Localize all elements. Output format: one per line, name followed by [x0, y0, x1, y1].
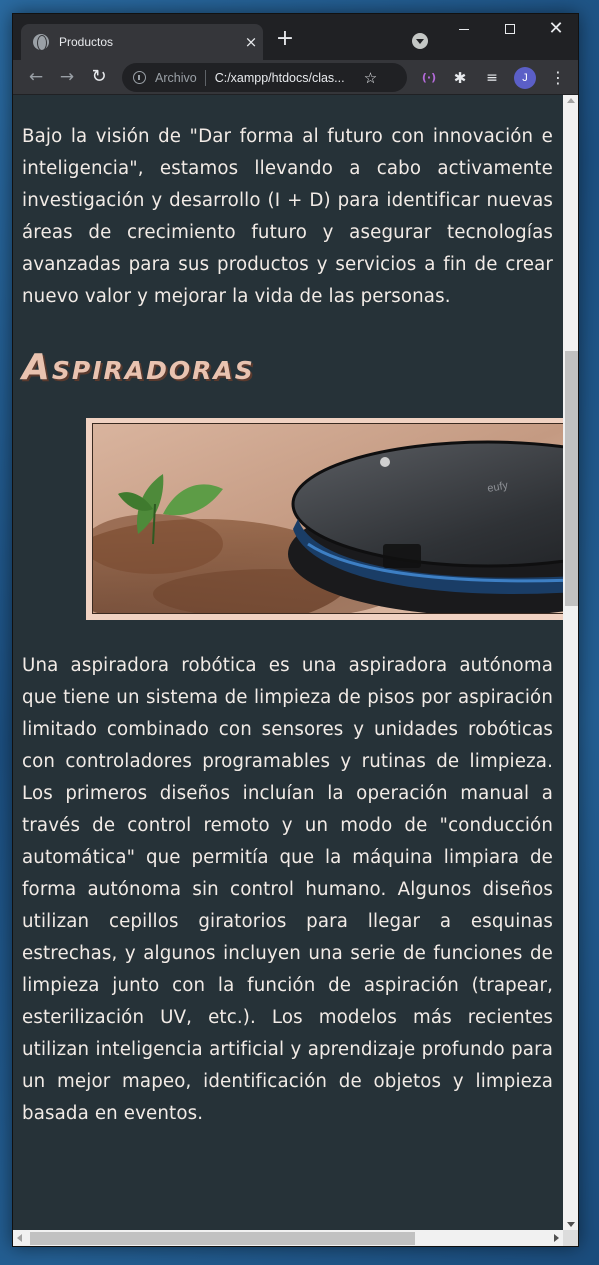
scrollbar-corner: [563, 1230, 578, 1246]
robot-vacuum-illustration: eufy: [93, 424, 563, 613]
star-icon[interactable]: ☆: [364, 69, 377, 87]
section-heading: Aspiradoras: [22, 347, 255, 388]
vertical-scroll-thumb[interactable]: [565, 351, 578, 606]
intro-paragraph: Bajo la visión de "Dar forma al futuro c…: [22, 126, 553, 307]
tab-close-icon[interactable]: ×: [239, 33, 263, 51]
info-icon[interactable]: [133, 71, 146, 84]
kebab-menu-icon[interactable]: ⋮: [547, 67, 569, 89]
maximize-icon: [505, 24, 515, 34]
minimize-icon: [459, 28, 469, 30]
horizontal-scroll-thumb[interactable]: [30, 1232, 415, 1245]
page-viewport: Bajo la visión de "Dar forma al futuro c…: [13, 95, 563, 1230]
minimize-button[interactable]: [441, 14, 487, 46]
puzzle-icon[interactable]: ✱: [449, 67, 471, 89]
tab-title: Productos: [59, 35, 114, 49]
page-content: Bajo la visión de "Dar forma al futuro c…: [13, 95, 563, 1130]
address-bar[interactable]: Archivo C:/xampp/htdocs/clas... ☆: [122, 63, 407, 92]
product-image-frame: eufy: [86, 418, 563, 620]
browser-window: Productos × + ✕ ← → ↻ Archivo C:/xampp/h…: [12, 13, 579, 1247]
forward-arrow-icon[interactable]: →: [54, 64, 80, 90]
scroll-right-arrow-icon[interactable]: [554, 1234, 559, 1242]
section-paragraph: Una aspiradora robótica es una aspirador…: [22, 655, 553, 1124]
close-window-button[interactable]: ✕: [533, 14, 578, 46]
globe-icon: [33, 34, 49, 51]
url-text[interactable]: C:/xampp/htdocs/clas...: [206, 71, 356, 85]
profile-avatar[interactable]: J: [514, 67, 536, 89]
media-control-icon[interactable]: ≡: [481, 67, 503, 89]
browser-toolbar: ← → ↻ Archivo C:/xampp/htdocs/clas... ☆ …: [13, 60, 578, 95]
tab-productos[interactable]: Productos ×: [21, 24, 263, 60]
scroll-up-arrow-icon[interactable]: [567, 98, 575, 103]
vertical-scrollbar[interactable]: [563, 95, 578, 1230]
tab-search-icon[interactable]: [412, 33, 428, 49]
reload-icon[interactable]: ↻: [86, 64, 112, 90]
address-scheme-label: Archivo: [155, 69, 206, 86]
title-bar: Productos × + ✕: [13, 14, 578, 60]
new-tab-button[interactable]: +: [273, 28, 297, 52]
scroll-left-arrow-icon[interactable]: [17, 1234, 22, 1242]
scroll-down-arrow-icon[interactable]: [567, 1222, 575, 1227]
extension-icon[interactable]: (·): [418, 67, 440, 89]
horizontal-scrollbar[interactable]: [13, 1230, 563, 1246]
maximize-button[interactable]: [487, 14, 533, 46]
robot-vacuum-image: eufy: [92, 423, 563, 614]
back-arrow-icon[interactable]: ←: [23, 64, 49, 90]
